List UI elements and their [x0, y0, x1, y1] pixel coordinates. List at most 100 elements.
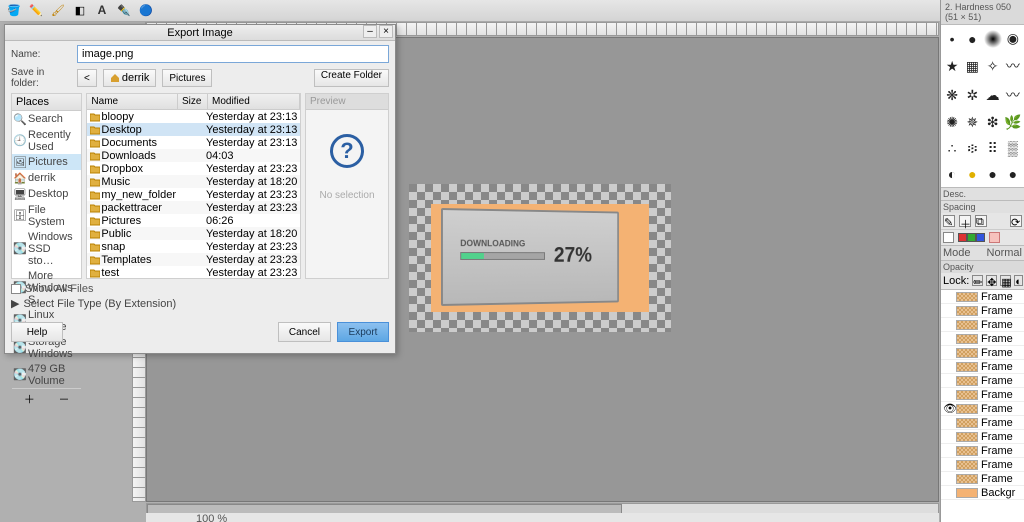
channel-r-icon[interactable] — [943, 232, 954, 243]
channel-red[interactable] — [958, 233, 967, 242]
file-row[interactable]: Downloads04:03 — [87, 149, 300, 162]
brush-item[interactable]: ፨ — [963, 136, 981, 160]
close-button[interactable]: × — [379, 25, 393, 38]
path-current-button[interactable]: Pictures — [162, 69, 212, 87]
place-item[interactable]: 🔍Search — [12, 111, 81, 127]
col-name[interactable]: Name — [87, 94, 178, 109]
brush-item[interactable]: ◐ — [943, 162, 961, 185]
layer-row[interactable]: Frame — [941, 458, 1024, 472]
layer-row[interactable]: Frame — [941, 332, 1024, 346]
layer-row[interactable]: Frame — [941, 416, 1024, 430]
dialog-titlebar[interactable]: Export Image – × — [5, 25, 395, 41]
brush-item[interactable]: ● — [963, 162, 981, 185]
channel-green[interactable] — [967, 233, 976, 242]
col-size[interactable]: Size — [178, 94, 208, 109]
brush-item[interactable]: ∴ — [943, 136, 961, 160]
opacity-label[interactable]: Opacity — [941, 260, 1024, 273]
brush-item[interactable] — [984, 27, 1002, 51]
file-row[interactable]: bloopyYesterday at 23:13 — [87, 110, 300, 123]
place-item[interactable]: 💽Windows SSD sto… — [12, 229, 81, 268]
brush-edit-icon[interactable]: ✎ — [943, 215, 955, 227]
brush-item[interactable]: ☁ — [984, 82, 1002, 109]
place-item[interactable]: 🕘Recently Used — [12, 127, 81, 154]
brush-item[interactable]: ✺ — [943, 110, 961, 134]
brush-item[interactable]: ❇ — [984, 110, 1002, 134]
lock-position-icon[interactable]: ✥ — [986, 275, 997, 286]
brush-dup-icon[interactable]: ⧉ — [975, 215, 987, 227]
layer-row[interactable]: Frame — [941, 346, 1024, 360]
layer-visibility-icon[interactable]: 👁 — [943, 402, 953, 415]
place-item[interactable]: 💽479 GB Volume — [12, 361, 81, 388]
place-item[interactable]: 🏠derrik — [12, 170, 81, 186]
place-item[interactable]: 🗄File System — [12, 202, 81, 229]
brush-grid[interactable]: •●◉ ★▦✧〰 ❋✲☁〰 ✺✵❇🌿 ∴፨⠿▒ ◐●●● — [941, 25, 1024, 187]
file-row[interactable]: DropboxYesterday at 23:23 — [87, 162, 300, 175]
show-all-row[interactable]: Show All Files — [11, 283, 389, 295]
tool-path-icon[interactable]: ✒️ — [116, 2, 132, 18]
brush-item[interactable]: • — [943, 27, 961, 51]
brush-item[interactable]: ▦ — [963, 53, 981, 80]
brush-item[interactable]: 〰 — [1004, 82, 1022, 109]
brush-item[interactable]: ▒ — [1004, 136, 1022, 160]
places-remove-button[interactable]: － — [47, 389, 82, 409]
brush-item[interactable]: 🌿 — [1004, 110, 1022, 134]
path-back-button[interactable]: < — [77, 69, 97, 87]
file-list-header[interactable]: Name Size Modified — [87, 94, 300, 110]
file-row[interactable]: my_new_folderYesterday at 23:23 — [87, 188, 300, 201]
brush-item[interactable]: ⠿ — [984, 136, 1002, 160]
file-row[interactable]: snapYesterday at 23:23 — [87, 240, 300, 253]
tool-text-icon[interactable]: A — [94, 2, 110, 18]
brush-item[interactable]: ● — [963, 27, 981, 51]
brush-item[interactable]: ❋ — [943, 82, 961, 109]
cancel-button[interactable]: Cancel — [278, 322, 331, 342]
lock-pixels-icon[interactable]: ✏ — [972, 275, 983, 286]
show-all-checkbox[interactable] — [11, 284, 21, 294]
brush-item[interactable]: ✵ — [963, 110, 981, 134]
place-item[interactable]: 🖼Pictures — [12, 154, 81, 170]
brush-item[interactable]: 〰 — [1004, 53, 1022, 80]
brush-item[interactable]: ★ — [943, 53, 961, 80]
tool-pencil-icon[interactable]: ✏️ — [28, 2, 44, 18]
channel-blue[interactable] — [976, 233, 985, 242]
layer-row[interactable]: 👁Frame — [941, 402, 1024, 416]
file-row[interactable]: Pictures06:26 — [87, 214, 300, 227]
layer-row[interactable]: Frame — [941, 360, 1024, 374]
layer-row[interactable]: Frame — [941, 290, 1024, 304]
place-item[interactable]: 🖥Desktop — [12, 186, 81, 202]
brush-del-icon[interactable]: ⟳ — [1010, 215, 1022, 227]
create-folder-button[interactable]: Create Folder — [314, 69, 389, 87]
channel-alpha[interactable] — [989, 232, 1000, 243]
col-modified[interactable]: Modified — [208, 94, 300, 109]
layer-row[interactable]: Frame — [941, 318, 1024, 332]
layer-row[interactable]: Frame — [941, 388, 1024, 402]
filetype-expander[interactable]: ▶ Select File Type (By Extension) — [11, 297, 389, 310]
file-row[interactable]: DocumentsYesterday at 23:13 — [87, 136, 300, 149]
brush-item[interactable]: ✧ — [984, 53, 1002, 80]
places-add-button[interactable]: ＋ — [12, 389, 47, 409]
tool-measure-icon[interactable]: 🔵 — [138, 2, 154, 18]
mode-row[interactable]: Mode Normal — [941, 245, 1024, 260]
brush-new-icon[interactable]: ＋ — [959, 215, 971, 227]
export-button[interactable]: Export — [337, 322, 389, 342]
minimize-button[interactable]: – — [363, 25, 377, 38]
file-row[interactable]: MusicYesterday at 18:20 — [87, 175, 300, 188]
layer-row[interactable]: Backgr — [941, 486, 1024, 500]
lock-all-icon[interactable]: ◐ — [1014, 275, 1023, 286]
lock-alpha-icon[interactable]: ▦ — [1000, 275, 1011, 286]
tool-bucket-icon[interactable]: 🪣 — [6, 2, 22, 18]
layer-row[interactable]: Frame — [941, 374, 1024, 388]
help-button[interactable]: Help — [11, 322, 63, 342]
layers-panel[interactable]: FrameFrameFrameFrameFrameFrameFrameFrame… — [941, 289, 1024, 522]
tool-brush-icon[interactable]: 🖌 — [50, 2, 66, 18]
file-row[interactable]: DesktopYesterday at 23:13 — [87, 123, 300, 136]
path-home-button[interactable]: derrik — [103, 69, 157, 87]
layer-row[interactable]: Frame — [941, 430, 1024, 444]
brush-item[interactable]: ● — [1004, 162, 1022, 185]
file-row[interactable]: PublicYesterday at 18:20 — [87, 227, 300, 240]
brush-item[interactable]: ◉ — [1004, 27, 1022, 51]
file-row[interactable]: packettracerYesterday at 23:23 — [87, 201, 300, 214]
layer-row[interactable]: Frame — [941, 472, 1024, 486]
layer-row[interactable]: Frame — [941, 304, 1024, 318]
file-row[interactable]: TemplatesYesterday at 23:23 — [87, 253, 300, 266]
layer-row[interactable]: Frame — [941, 444, 1024, 458]
